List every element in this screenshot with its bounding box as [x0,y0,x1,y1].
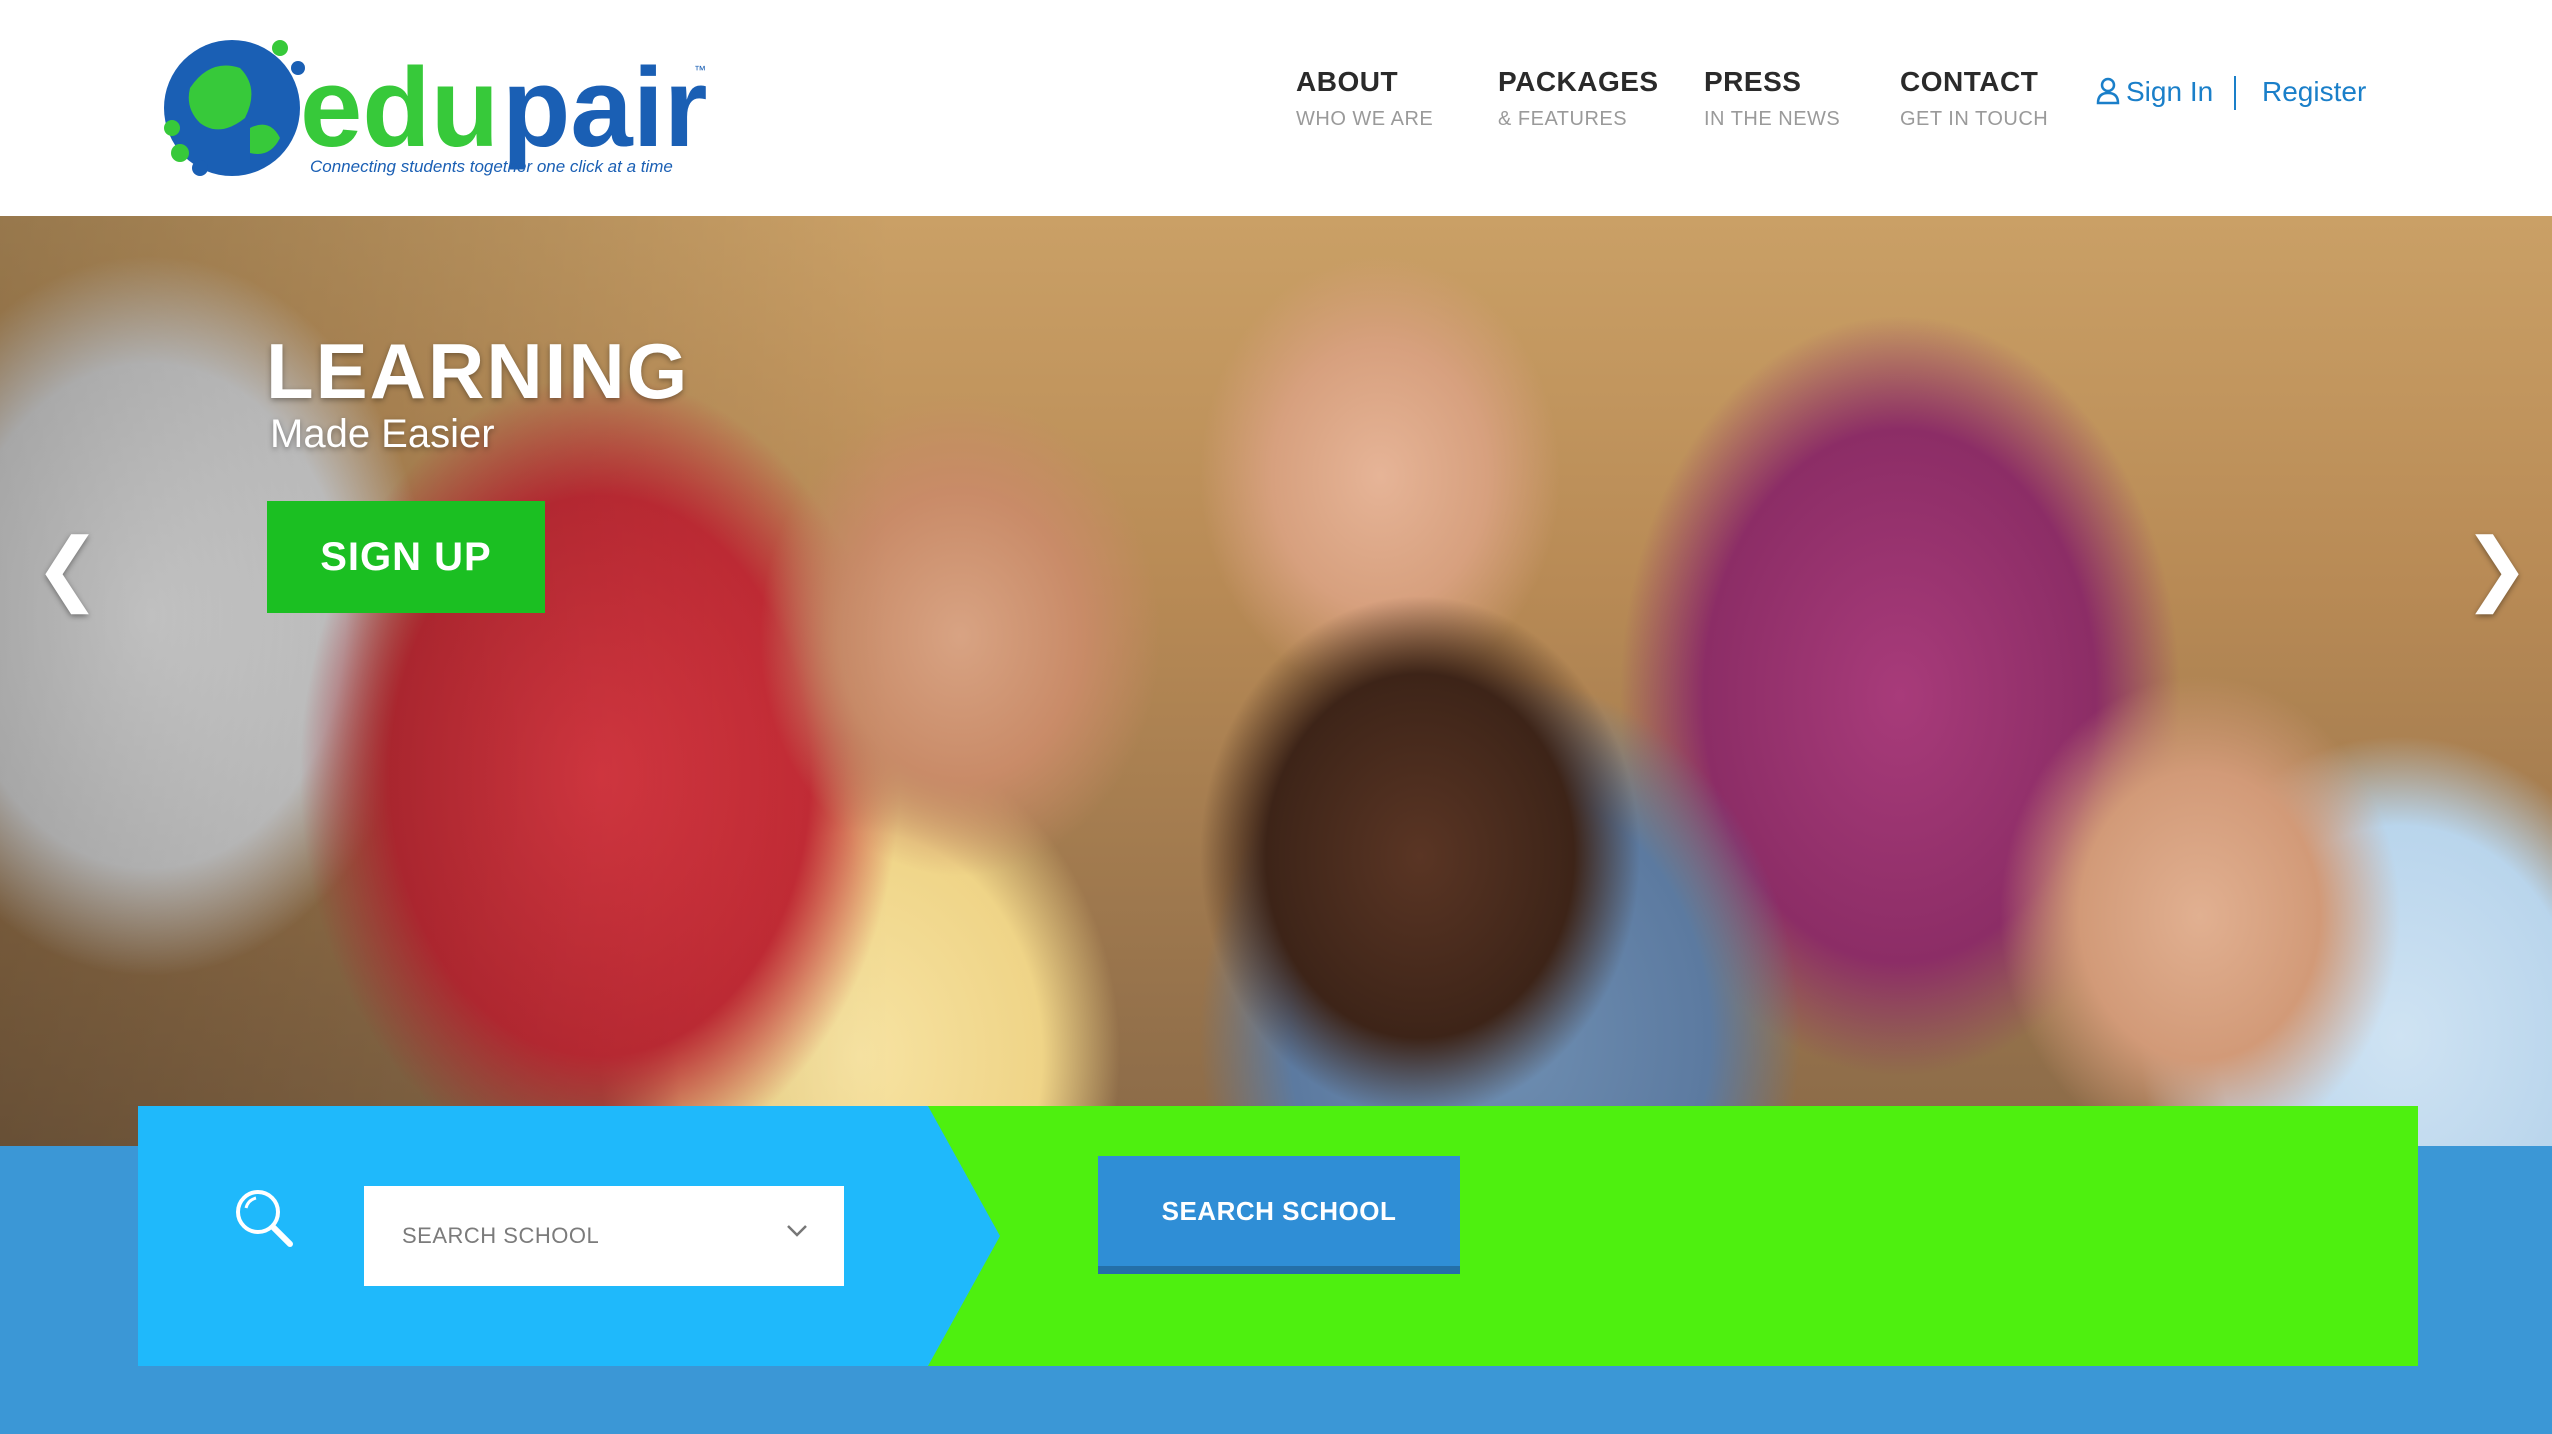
auth-divider [2234,76,2236,110]
chevron-left-icon[interactable]: ❮ [34,528,101,608]
chevron-down-icon [786,1224,808,1243]
nav-subtitle: WHO WE ARE [1296,108,1434,130]
edupair-logo[interactable]: edu pair ™ Connecting students together … [150,28,710,188]
sign-up-button[interactable]: SIGN UP [267,501,545,613]
svg-text:™: ™ [694,63,706,77]
nav-title: PRESS [1704,66,1802,97]
nav-title: ABOUT [1296,66,1399,97]
nav-item-press[interactable]: PRESS IN THE NEWS [1704,66,1840,131]
register-link[interactable]: Register [2262,76,2366,108]
logo-wordmark-edu: edu [300,45,499,170]
nav-item-packages[interactable]: PACKAGES & FEATURES [1498,66,1659,131]
nav-item-contact[interactable]: CONTACT GET IN TOUCH [1900,66,2048,131]
nav-title: PACKAGES [1498,66,1659,97]
nav-subtitle: IN THE NEWS [1704,108,1841,130]
sign-in-label: Sign In [2126,76,2214,107]
user-icon [2096,77,2120,112]
school-search-panel: SEARCH SCHOOL SEARCH SCHOOL [138,1106,2418,1366]
sign-in-link[interactable]: Sign In [2096,76,2213,112]
globe-icon [164,40,305,176]
logo-tagline: Connecting students together one click a… [310,157,673,176]
site-header: edu pair ™ Connecting students together … [0,0,2552,216]
logo-wordmark-pair: pair [502,45,707,170]
chevron-right-icon[interactable]: ❯ [2463,528,2530,608]
school-select[interactable]: SEARCH SCHOOL [364,1186,844,1286]
nav-title: CONTACT [1900,66,2039,97]
school-select-value: SEARCH SCHOOL [402,1223,600,1248]
nav-subtitle: & FEATURES [1498,108,1628,130]
search-icon [232,1186,296,1255]
nav-subtitle: GET IN TOUCH [1900,108,2049,130]
hero-subtitle: Made Easier [270,412,495,456]
hero-title: LEARNING [266,327,690,415]
hero-carousel: LEARNING Made Easier SIGN UP ❮ ❯ [0,216,2552,1146]
search-school-button[interactable]: SEARCH SCHOOL [1098,1156,1460,1274]
nav-item-about[interactable]: ABOUT WHO WE ARE [1296,66,1433,131]
